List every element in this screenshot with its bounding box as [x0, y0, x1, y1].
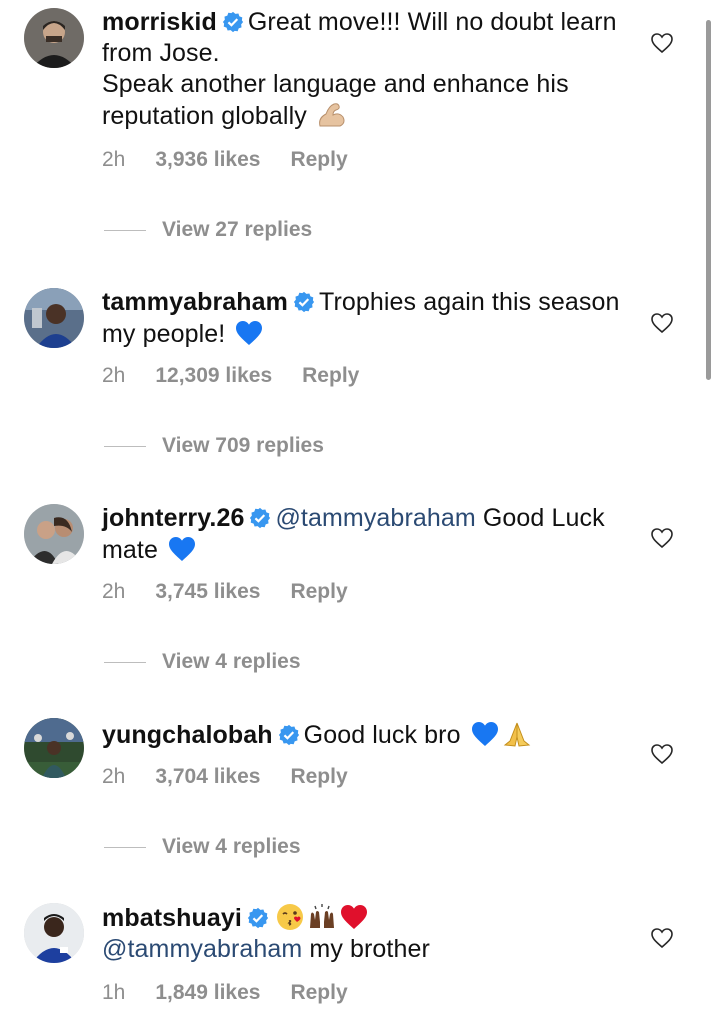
verified-badge-icon — [278, 724, 300, 746]
avatar[interactable] — [24, 903, 84, 963]
like-heart-icon[interactable] — [650, 311, 674, 335]
likes-count[interactable]: 3,745 likes — [155, 580, 260, 603]
divider — [104, 846, 146, 848]
verified-badge-icon — [249, 507, 271, 529]
divider — [104, 229, 146, 231]
comment-text: tammyabraham Trophies again this season m… — [102, 287, 622, 350]
comment-meta: 2h 3,745 likes Reply — [102, 580, 348, 604]
timestamp: 1h — [102, 981, 126, 1004]
divider — [104, 445, 146, 447]
kissing-face-icon — [275, 902, 305, 932]
username[interactable]: mbatshuayi — [102, 904, 242, 932]
comment-text: morriskid Great move!!! Will no doubt lea… — [102, 7, 622, 132]
username[interactable]: morriskid — [102, 8, 217, 36]
like-heart-icon[interactable] — [650, 742, 674, 766]
flexed-biceps-icon — [316, 100, 346, 130]
comment-text: johnterry.26 @tammyabraham Good Luck mate — [102, 503, 622, 566]
verified-badge-icon — [222, 11, 244, 33]
view-replies-button[interactable]: View 709 replies — [104, 434, 324, 458]
comment-text: yungchalobah Good luck bro — [102, 719, 622, 751]
reply-button[interactable]: Reply — [290, 148, 347, 171]
mention-link[interactable]: @tammyabraham — [275, 504, 475, 532]
reply-button[interactable]: Reply — [290, 580, 347, 603]
divider — [104, 661, 146, 663]
comment-meta: 2h 3,936 likes Reply — [102, 148, 348, 172]
likes-count[interactable]: 3,936 likes — [155, 148, 260, 171]
verified-badge-icon — [247, 907, 269, 929]
timestamp: 2h — [102, 148, 126, 171]
verified-badge-icon — [293, 291, 315, 313]
reply-button[interactable]: Reply — [290, 765, 347, 788]
comment-body: my brother — [309, 935, 430, 963]
avatar[interactable] — [24, 288, 84, 348]
username[interactable]: tammyabraham — [102, 288, 288, 316]
username[interactable]: johnterry.26 — [102, 504, 244, 532]
comment-text: mbatshuayi @tammyabraham my brother — [102, 902, 622, 965]
view-replies-label[interactable]: View 709 replies — [162, 434, 324, 457]
folded-hands-icon — [502, 719, 532, 749]
view-replies-button[interactable]: View 4 replies — [104, 835, 301, 859]
blue-heart-icon — [234, 318, 264, 348]
likes-count[interactable]: 12,309 likes — [155, 364, 272, 387]
avatar[interactable] — [24, 718, 84, 778]
view-replies-label[interactable]: View 4 replies — [162, 650, 301, 673]
username[interactable]: yungchalobah — [102, 721, 273, 749]
view-replies-label[interactable]: View 4 replies — [162, 835, 301, 858]
view-replies-label[interactable]: View 27 replies — [162, 218, 312, 241]
red-heart-icon — [339, 902, 369, 932]
timestamp: 2h — [102, 364, 126, 387]
blue-heart-icon — [470, 719, 500, 749]
comment-meta: 2h 12,309 likes Reply — [102, 364, 359, 388]
scrollbar[interactable] — [706, 20, 711, 380]
timestamp: 2h — [102, 765, 126, 788]
view-replies-button[interactable]: View 27 replies — [104, 218, 312, 242]
like-heart-icon[interactable] — [650, 31, 674, 55]
raising-hands-icon — [307, 902, 337, 932]
timestamp: 2h — [102, 580, 126, 603]
mention-link[interactable]: @tammyabraham — [102, 935, 302, 963]
comment-meta: 1h 1,849 likes Reply — [102, 981, 348, 1005]
reply-button[interactable]: Reply — [302, 364, 359, 387]
reply-button[interactable]: Reply — [290, 981, 347, 1004]
view-replies-button[interactable]: View 4 replies — [104, 650, 301, 674]
avatar[interactable] — [24, 504, 84, 564]
comment-meta: 2h 3,704 likes Reply — [102, 765, 348, 789]
comment-body: Good luck bro — [303, 721, 461, 749]
likes-count[interactable]: 3,704 likes — [155, 765, 260, 788]
like-heart-icon[interactable] — [650, 526, 674, 550]
like-heart-icon[interactable] — [650, 926, 674, 950]
likes-count[interactable]: 1,849 likes — [155, 981, 260, 1004]
avatar[interactable] — [24, 8, 84, 68]
blue-heart-icon — [167, 534, 197, 564]
